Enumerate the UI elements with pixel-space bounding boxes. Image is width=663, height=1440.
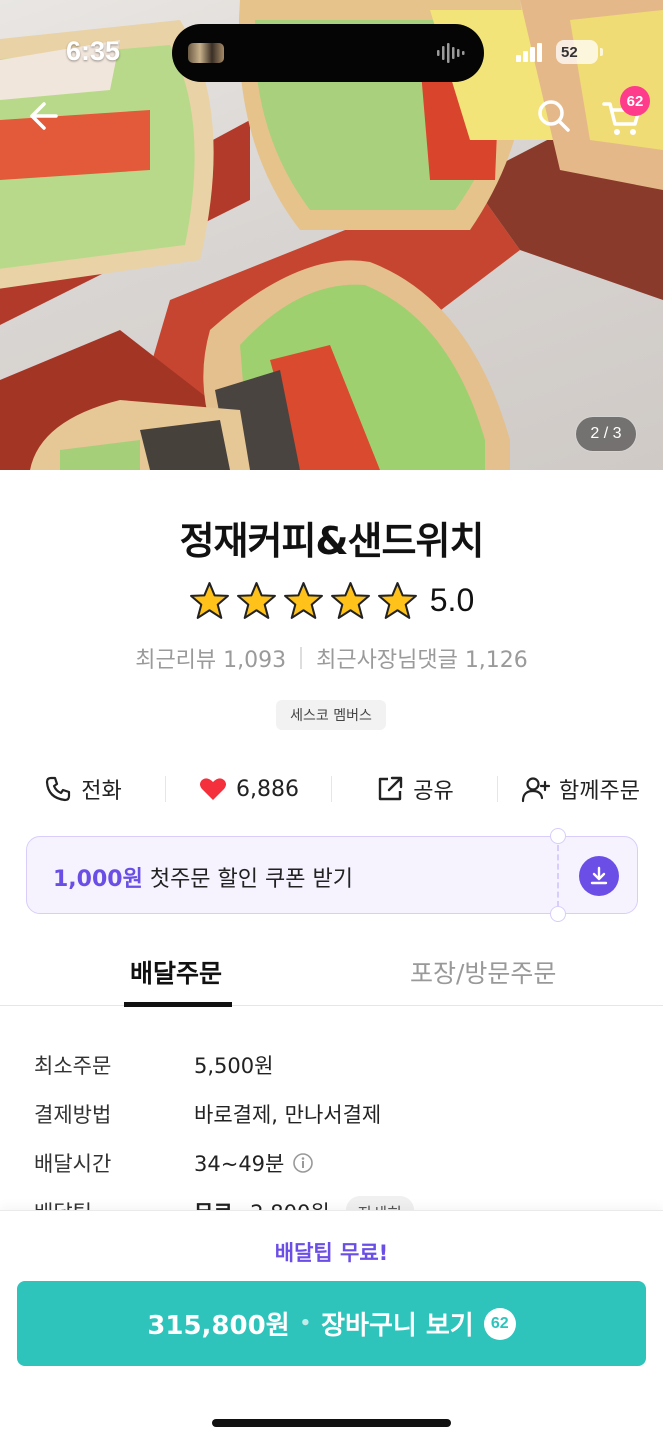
status-time: 6:35 xyxy=(66,36,121,66)
download-icon xyxy=(590,866,608,885)
cart-label: 장바구니 보기 xyxy=(321,1311,474,1341)
star-icon xyxy=(377,581,417,619)
call-button[interactable]: 전화 xyxy=(0,773,165,805)
info-label: 결제방법 xyxy=(34,1102,112,1127)
cart-count-badge: 62 xyxy=(620,86,650,116)
info-value: 34~49분 xyxy=(194,1151,285,1176)
now-playing-thumbnail xyxy=(188,43,224,63)
info-value: 바로결제, 만나서결제 xyxy=(194,1102,382,1127)
rating-value: 5.0 xyxy=(429,581,475,618)
call-label: 전화 xyxy=(81,779,122,804)
phone-icon xyxy=(46,776,71,802)
home-indicator[interactable] xyxy=(212,1419,451,1427)
info-label: 최소주문 xyxy=(34,1053,112,1078)
dynamic-island xyxy=(172,24,484,82)
info-value: 5,500원 xyxy=(194,1053,274,1078)
bottom-cart-bar: 배달팁 무료! 315,800원 • 장바구니 보기 62 xyxy=(0,1210,663,1440)
store-action-bar: 전화 6,886 공유 함께주문 xyxy=(0,766,663,812)
cellular-signal-icon xyxy=(516,43,542,62)
star-icon xyxy=(283,581,323,619)
coupon-text: 1,000원 첫주문 할인 쿠폰 받기 xyxy=(53,861,353,893)
order-type-tabs: 배달주문 포장/방문주문 xyxy=(0,940,663,1007)
add-user-icon xyxy=(521,777,551,803)
battery-level: 52 xyxy=(561,43,578,61)
divider xyxy=(300,647,303,669)
coupon-notch xyxy=(550,828,566,844)
info-label: 배달시간 xyxy=(34,1151,112,1176)
star-icon xyxy=(189,581,229,619)
info-icon[interactable] xyxy=(292,1152,314,1174)
heart-icon xyxy=(200,778,226,800)
rating-row[interactable]: 5.0 xyxy=(0,578,663,622)
review-stats: 최근리뷰 1,093 최근사장님댓글 1,126 xyxy=(0,642,663,674)
coupon-notch xyxy=(550,906,566,922)
membership-badge: 세스코 멤버스 xyxy=(276,700,386,730)
cart-item-count: 62 xyxy=(483,1307,516,1340)
store-name: 정재커피&샌드위치 xyxy=(179,519,485,563)
cart-total: 315,800원 xyxy=(147,1311,290,1341)
share-button[interactable]: 공유 xyxy=(332,773,497,805)
active-tab-indicator xyxy=(124,1002,232,1007)
coupon-label: 첫주문 할인 쿠폰 받기 xyxy=(149,867,353,892)
info-row-min-order: 최소주문 5,500원 xyxy=(34,1040,634,1089)
coupon-divider xyxy=(557,845,559,907)
info-value-wrap: 34~49분 xyxy=(194,1148,314,1178)
like-count: 6,886 xyxy=(236,776,299,802)
audio-wave-icon xyxy=(437,43,465,63)
delivery-info: 최소주문 5,500원 결제방법 바로결제, 만나서결제 배달시간 34~49분… xyxy=(34,1040,634,1236)
star-icon xyxy=(330,581,370,619)
coupon-amount: 1,000원 xyxy=(53,867,143,892)
search-icon[interactable] xyxy=(534,96,574,136)
owner-replies-link[interactable]: 최근사장님댓글 1,126 xyxy=(316,642,528,674)
info-row-delivery-time: 배달시간 34~49분 xyxy=(34,1138,634,1187)
status-bar: 6:35 52 xyxy=(0,0,663,90)
group-order-label: 함께주문 xyxy=(559,779,640,804)
store-hero-image[interactable]: 6:35 52 62 2 / 3 xyxy=(0,0,663,470)
recent-reviews-link[interactable]: 최근리뷰 1,093 xyxy=(135,642,286,674)
free-tip-notice: 배달팁 무료! xyxy=(274,1241,389,1265)
share-icon xyxy=(379,776,403,801)
star-icon xyxy=(236,581,276,619)
separator-dot: • xyxy=(299,1313,312,1334)
first-order-coupon[interactable]: 1,000원 첫주문 할인 쿠폰 받기 xyxy=(26,828,638,922)
tab-pickup[interactable]: 포장/방문주문 xyxy=(410,954,556,990)
share-label: 공유 xyxy=(413,779,454,804)
tab-delivery[interactable]: 배달주문 xyxy=(130,954,222,990)
like-button[interactable]: 6,886 xyxy=(166,774,331,804)
back-arrow-icon[interactable] xyxy=(22,96,62,136)
info-row-payment: 결제방법 바로결제, 만나서결제 xyxy=(34,1089,634,1138)
view-cart-button[interactable]: 315,800원 • 장바구니 보기 62 xyxy=(17,1281,646,1366)
battery-icon: 52 xyxy=(556,40,603,64)
group-order-button[interactable]: 함께주문 xyxy=(498,773,663,805)
coupon-download-button[interactable] xyxy=(579,856,619,896)
image-counter: 2 / 3 xyxy=(575,416,637,452)
